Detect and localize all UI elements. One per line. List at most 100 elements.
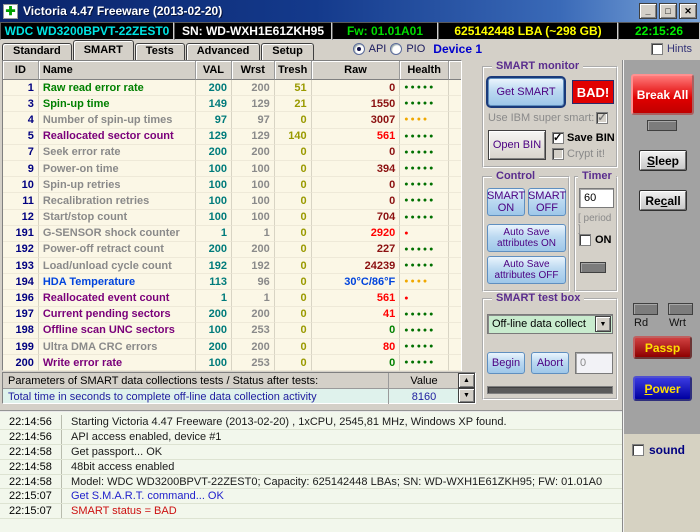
table-row[interactable]: 11 Recalibration retries 100 100 0 0 ●●●… [3, 193, 462, 210]
col-wrst: Wrst [231, 61, 275, 80]
log-timestamp: 22:15:07 [0, 504, 62, 519]
table-row[interactable]: 194 HDA Temperature 113 96 0 30°C/86°F ●… [3, 274, 462, 291]
table-row[interactable]: 4 Number of spin-up times 97 97 0 3007 ●… [3, 112, 462, 129]
tab[interactable]: Tests [134, 43, 185, 60]
sound-checkbox[interactable] [632, 444, 644, 456]
timer-on-checkbox[interactable] [579, 234, 591, 246]
autosave-off-button[interactable]: Auto Save attributes OFF [487, 256, 566, 284]
table-row[interactable]: 3 Spin-up time 149 129 21 1550 ●●●●● [3, 96, 462, 113]
table-row[interactable]: 5 Reallocated sector count 129 129 140 5… [3, 128, 462, 145]
table-row[interactable]: 191 G-SENSOR shock counter 1 1 0 2920 ● [3, 225, 462, 242]
tab[interactable]: Standard [2, 43, 72, 60]
attr-val: 100 [196, 193, 232, 210]
sound-label: sound [649, 443, 685, 457]
test-select[interactable]: Off-line data collect ▼ [487, 314, 613, 334]
params-row-value: 8160 [411, 390, 437, 403]
attr-raw: 394 [311, 160, 401, 178]
table-body: 1 Raw read error rate 200 200 51 0 ●●●●●… [3, 80, 462, 372]
tab[interactable]: Advanced [185, 43, 261, 60]
health-dots-icon: ●●●●● [404, 100, 436, 108]
timer-led [580, 262, 606, 273]
sleep-label-rest: leep [655, 153, 680, 168]
log-message: Get S.M.A.R.T. command... OK [71, 490, 224, 503]
attr-wrst: 100 [231, 177, 275, 194]
save-bin-checkbox[interactable] [552, 131, 564, 144]
test-counter-input[interactable]: 0 [575, 352, 613, 374]
attr-wrst: 100 [231, 193, 275, 210]
app-icon: ✚ [3, 3, 18, 19]
attr-tresh: 21 [274, 96, 312, 113]
attr-name: Reallocated event count [38, 290, 197, 307]
break-all-button[interactable]: Break All [631, 74, 694, 115]
attr-raw: 561 [311, 290, 401, 307]
drive-serial: SN: WD-WXH1E61ZKH95 [174, 22, 332, 40]
table-row[interactable]: 10 Spin-up retries 100 100 0 0 ●●●●● [3, 177, 462, 194]
victoria-window: ✚ Victoria 4.47 Freeware (2013-02-20) _ … [0, 0, 700, 532]
power-button[interactable]: Power [633, 376, 692, 401]
ibm-smart-checkbox [596, 111, 609, 124]
attr-tresh: 0 [274, 209, 312, 226]
col-val: VAL [196, 61, 232, 80]
table-row[interactable]: 192 Power-off retract count 200 200 0 22… [3, 241, 462, 259]
open-bin-button[interactable]: Open BIN [488, 130, 546, 160]
crypt-row: Crypt it! [552, 148, 605, 160]
chevron-down-icon[interactable]: ▼ [595, 316, 611, 332]
pio-radio[interactable] [390, 43, 403, 55]
autosave-on-button[interactable]: Auto Save attributes ON [487, 224, 566, 252]
close-icon[interactable]: ✕ [679, 3, 697, 19]
get-smart-button[interactable]: Get SMART [486, 76, 566, 108]
sleep-button[interactable]: Sleep [639, 150, 687, 171]
health-dots-icon: ●●●●● [404, 165, 436, 173]
api-radio[interactable] [352, 43, 365, 55]
attr-val: 100 [196, 209, 232, 226]
table-row[interactable]: 196 Reallocated event count 1 1 0 561 ● [3, 290, 462, 307]
maximize-icon[interactable]: □ [659, 3, 677, 19]
attr-tresh: 0 [274, 160, 312, 178]
table-row[interactable]: 193 Load/unload cycle count 192 192 0 24… [3, 258, 462, 275]
access-mode-group: API PIO Device 1 [352, 42, 482, 56]
table-row[interactable]: 200 Write error rate 100 253 0 0 ●●●●● [3, 355, 462, 372]
tab-bar: Standard SMART Tests Advanced Setup API … [0, 40, 700, 60]
table-row[interactable]: 9 Power-on time 100 100 0 394 ●●●●● [3, 160, 462, 178]
timer-on-row: ON [579, 234, 612, 246]
col-raw: Raw [311, 61, 401, 80]
table-row[interactable]: 198 Offline scan UNC sectors 100 253 0 0… [3, 322, 462, 339]
abort-button[interactable]: Abort [531, 352, 569, 374]
row-blank [449, 193, 462, 210]
attr-id: 198 [3, 322, 39, 339]
attr-val: 200 [196, 241, 232, 259]
attr-tresh: 0 [274, 225, 312, 242]
attr-wrst: 192 [231, 258, 275, 275]
params-row-label: Total time in seconds to complete off-li… [3, 389, 389, 404]
recall-button[interactable]: Re c all [639, 190, 687, 211]
read-led-label: Rd [634, 317, 649, 329]
tab[interactable]: Setup [261, 43, 314, 60]
row-blank [449, 145, 462, 161]
attr-id: 192 [3, 241, 39, 259]
hints-checkbox[interactable] [650, 43, 663, 55]
table-row[interactable]: 1 Raw read error rate 200 200 51 0 ●●●●● [3, 80, 462, 97]
begin-button[interactable]: Begin [487, 352, 525, 374]
smart-on-button[interactable]: SMART ON [487, 188, 525, 216]
minimize-icon[interactable]: _ [639, 3, 657, 19]
row-blank [449, 177, 462, 194]
sound-row: sound [624, 434, 700, 457]
passp-button[interactable]: Passp [633, 336, 692, 359]
table-row[interactable]: 199 Ultra DMA CRC errors 200 200 0 80 ●●… [3, 339, 462, 356]
smart-off-button[interactable]: SMART OFF [528, 188, 566, 216]
attr-val: 97 [196, 112, 232, 129]
table-row[interactable]: 197 Current pending sectors 200 200 0 41… [3, 306, 462, 323]
timer-input[interactable]: 60 [579, 188, 614, 208]
table-row[interactable]: 7 Seek error rate 200 200 0 0 ●●●●● [3, 144, 462, 161]
log-timestamp: 22:14:56 [0, 415, 62, 429]
attr-val: 113 [196, 274, 232, 291]
scroll-up-icon[interactable]: ▲ [458, 373, 475, 388]
scroll-down-icon[interactable]: ▼ [458, 388, 475, 403]
attr-wrst: 100 [231, 160, 275, 178]
log-row: 22:14:56 API access enabled, device #1 [0, 429, 622, 445]
smart-test-parameters: Parameters of SMART data collections tes… [2, 372, 476, 404]
attr-raw: 0 [311, 80, 401, 97]
tab[interactable]: SMART [72, 40, 134, 60]
table-row[interactable]: 12 Start/stop count 100 100 0 704 ●●●●● [3, 209, 462, 226]
attr-wrst: 100 [231, 209, 275, 226]
